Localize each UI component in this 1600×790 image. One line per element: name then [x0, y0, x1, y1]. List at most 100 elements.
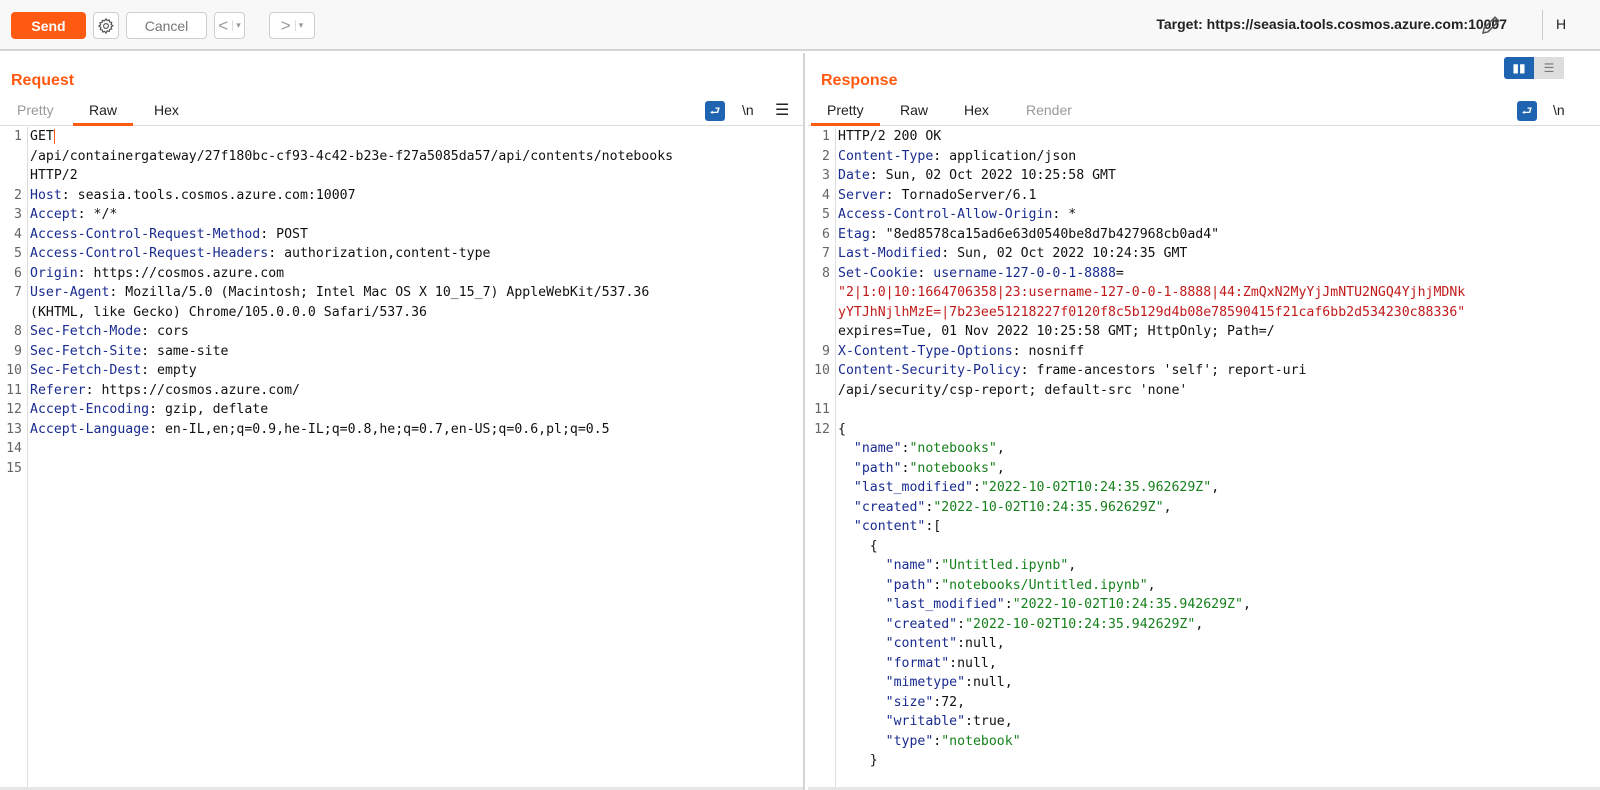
tab-render[interactable]: Render [1010, 102, 1088, 126]
code-line: "content":[ [808, 517, 1600, 537]
code-line: 5 Access-Control-Allow-Origin: * [808, 205, 1600, 225]
token-text: /api/containergateway/27f180bc-cf93-4c42… [30, 148, 674, 164]
line-number: 7 [14, 285, 22, 300]
token-text: expires=Tue, 01 Nov 2022 10:25:58 GMT; H… [838, 324, 1275, 339]
token-key: User-Agent [30, 285, 110, 300]
back-dropdown-icon[interactable]: ▾ [232, 20, 241, 31]
code-line: 8 Sec-Fetch-Mode: cors [0, 322, 803, 342]
toolbar: Send Cancel < ▾ > ▾ Target: https://seasia… [0, 0, 1600, 51]
line-text: Etag: "8ed8578ca15ad6e63d0540be8d7b42796… [835, 225, 1219, 245]
token-key: "last_modified" [885, 597, 1005, 612]
code-line: { [808, 537, 1600, 557]
line-text: "path":"notebooks/Untitled.ipynb", [835, 576, 1156, 596]
code-line: 6 Etag: "8ed8578ca15ad6e63d0540be8d7b4279… [808, 225, 1600, 245]
line-text: /api/containergateway/27f180bc-cf93-4c42… [27, 147, 673, 167]
line-text: "type":"notebook" [835, 732, 1021, 752]
token-key: "type" [885, 733, 934, 749]
code-line: "mimetype":null, [808, 673, 1600, 693]
code-line: "name":"Untitled.ipynb", [808, 556, 1600, 576]
gutter-divider [835, 127, 836, 790]
line-number: 12 [6, 402, 22, 417]
code-line: 1 GET [0, 127, 803, 147]
token-text: HTTP/2 200 OK [838, 129, 942, 144]
forward-dropdown-icon[interactable]: ▾ [294, 20, 303, 31]
line-text: GET [27, 127, 55, 147]
line-number: 13 [6, 421, 22, 437]
token-text: { [838, 421, 846, 437]
response-viewer[interactable]: 1 HTTP/2 200 OK 2 Content-Type: application… [808, 127, 1600, 790]
code-line: 10 Content-Security-Policy: frame-ancesto… [808, 361, 1600, 381]
token-string: "Untitled.ipynb" [941, 558, 1069, 573]
token-key: Origin [30, 265, 78, 281]
code-line: "created":"2022-10-02T10:24:35.942629Z", [808, 615, 1600, 635]
line-number [0, 166, 27, 186]
line-text: HTTP/2 200 OK [835, 127, 941, 147]
line-text: Access-Control-Request-Headers: authoriz… [27, 244, 491, 264]
line-text: "created":"2022-10-02T10:24:35.962629Z", [835, 498, 1172, 518]
token-text: : frame-ancestors 'self'; report-uri [1020, 363, 1307, 378]
line-number [808, 712, 835, 732]
line-text: Server: TornadoServer/6.1 [835, 186, 1037, 206]
token-text: :72, [933, 694, 966, 710]
line-number: 3 [822, 168, 830, 183]
token-key: "content" [885, 636, 958, 651]
tab-pretty[interactable]: Pretty [811, 102, 880, 126]
cancel-button[interactable]: Cancel [126, 12, 207, 39]
line-text: "writable":true, [835, 712, 1013, 732]
line-number: 9 [822, 343, 830, 359]
menu-icon[interactable]: ☰ [775, 100, 789, 120]
tab-pretty[interactable]: Pretty [1, 102, 70, 126]
token-key: Access-Control-Allow-Origin [838, 207, 1053, 222]
edit-target-pencil-icon[interactable] [1478, 12, 1504, 38]
token-text: , [1211, 480, 1220, 495]
line-number: 1 [14, 129, 22, 144]
code-line: /api/containergateway/27f180bc-cf93-4c42… [0, 147, 803, 167]
token-text: HTTP/2 [30, 168, 78, 183]
line-number: 2 [822, 148, 830, 164]
stacked-layout-icon[interactable]: ☰ [1534, 57, 1564, 79]
show-newlines-button[interactable]: \n [742, 102, 754, 118]
token-string: "2022-10-02T10:24:35.942629Z" [965, 616, 1196, 632]
line-number [808, 751, 835, 771]
code-line: 7 User-Agent: Mozilla/5.0 (Macintosh; Int… [0, 283, 803, 303]
token-text: , [1068, 558, 1077, 573]
line-text: "content":[ [835, 517, 941, 537]
word-wrap-icon[interactable]: ⮐ [1517, 101, 1537, 121]
forward-button[interactable]: > ▾ [269, 12, 315, 39]
tab-hex[interactable]: Hex [138, 102, 195, 126]
code-line: 11 [808, 400, 1600, 420]
request-title: Request [11, 72, 75, 89]
token-text: : [972, 480, 981, 495]
word-wrap-icon[interactable]: ⮐ [705, 101, 725, 121]
token-key: Access-Control-Request-Method [30, 226, 261, 242]
code-line: 1 HTTP/2 200 OK [808, 127, 1600, 147]
target-label: Target: https://seasia.tools.cosmos.azur… [1156, 16, 1507, 32]
send-button[interactable]: Send [11, 12, 86, 39]
line-text: User-Agent: Mozilla/5.0 (Macintosh; Inte… [27, 283, 649, 303]
line-text: "path":"notebooks", [835, 459, 1005, 479]
side-by-side-layout-icon[interactable]: ▮▮ [1504, 57, 1534, 79]
tab-raw[interactable]: Raw [73, 102, 134, 126]
line-text: expires=Tue, 01 Nov 2022 10:25:58 GMT; H… [835, 322, 1275, 342]
show-newlines-button[interactable]: \n [1553, 102, 1565, 118]
line-number: 1 [822, 129, 830, 144]
token-text: :[ [925, 519, 942, 534]
code-line: 12 { [808, 420, 1600, 440]
code-line: 3 Accept: */* [0, 205, 803, 225]
tab-hex[interactable]: Hex [948, 102, 1005, 126]
token-key: "content" [853, 519, 926, 534]
line-text: Sec-Fetch-Mode: cors [27, 322, 189, 342]
tab-raw[interactable]: Raw [884, 102, 944, 126]
token-text: : [917, 265, 934, 281]
line-text: (KHTML, like Gecko) Chrome/105.0.0.0 Saf… [27, 303, 427, 323]
line-number [808, 478, 835, 498]
code-line: HTTP/2 [0, 166, 803, 186]
request-editor[interactable]: 1 GET/api/containergateway/27f180bc-cf93-… [0, 127, 803, 790]
line-text: "last_modified":"2022-10-02T10:24:35.942… [835, 595, 1251, 615]
code-line: 9 Sec-Fetch-Site: same-site [0, 342, 803, 362]
settings-gear-icon[interactable] [93, 12, 119, 39]
back-button[interactable]: < ▾ [214, 12, 245, 39]
